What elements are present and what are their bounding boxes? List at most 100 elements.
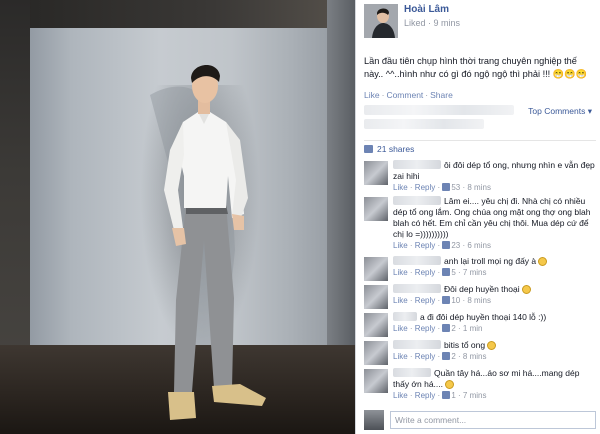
post-text: Lần đầu tiên chụp hình thời trang chuyên… [364,56,588,79]
comment-likes[interactable]: 10 [451,296,460,305]
comment-reply-link[interactable]: Reply [415,352,435,361]
comment-item: Lâm ei.... yêu chị đi. Nhà chị có nhiều … [364,196,596,254]
comment-meta: Like · Reply · 5 · 7 mins [393,268,487,277]
comment-item: Đôi dep huyền thoại Like · Reply · 10 · … [364,284,596,310]
commenter-name-blurred[interactable] [393,340,441,349]
comment-body: a đi đôi dép huyền thoại 140 lỗ :)) Like… [393,312,596,334]
write-comment-row [364,410,596,430]
post-meta: Liked · 9 mins [404,18,460,28]
comment-text: a đi đôi dép huyền thoại 140 lỗ :)) [420,312,547,322]
comment-meta: Like · Reply · 23 · 6 mins [393,241,491,250]
comment-like-link[interactable]: Like [393,352,408,361]
separator: · [425,90,429,100]
comment-time[interactable]: 8 mins [463,352,487,361]
comment-meta: Like · Reply · 2 · 1 min [393,324,483,333]
like-link[interactable]: Like [364,90,380,100]
person-figure [150,64,266,420]
comment-body: anh lại troll mọi ng đấy à Like · Reply … [393,256,596,278]
commenter-name-blurred[interactable] [393,368,431,377]
comment-text: anh lại troll mọi ng đấy à [444,256,537,266]
write-comment-input[interactable] [390,411,596,429]
commenter-name-blurred[interactable] [393,284,441,293]
comment-reply-link[interactable]: Reply [415,268,435,277]
comment-meta: Like · Reply · 1 · 7 mins [393,391,487,400]
comment-likes[interactable]: 2 [451,352,455,361]
comment-meta: Like · Reply · 53 · 8 mins [393,183,491,192]
comment-time[interactable]: 8 mins [467,183,491,192]
commenter-avatar[interactable] [364,369,388,393]
comment-reply-link[interactable]: Reply [415,183,435,192]
comment-item: a đi đôi dép huyền thoại 140 lỗ :)) Like… [364,312,596,338]
commenter-name-blurred[interactable] [393,312,417,321]
post-actions: Like · Comment · Share [364,90,453,100]
comment-like-link[interactable]: Like [393,268,408,277]
comment-like-link[interactable]: Like [393,241,408,250]
comment-body: Quần tây há...áo sơ mi há....mang dép th… [393,368,596,401]
comment-time[interactable]: 7 mins [463,268,487,277]
comment-reply-link[interactable]: Reply [415,324,435,333]
thumbs-up-icon [442,183,451,191]
commenter-name-blurred[interactable] [393,160,441,169]
thumbs-up-icon [442,352,451,360]
comment-reply-link[interactable]: Reply [415,391,435,400]
comment-body: bitis tổ ong Like · Reply · 2 · 8 mins [393,340,596,362]
commenter-avatar[interactable] [364,285,388,309]
comment-time[interactable]: 6 mins [467,241,491,250]
commenter-avatar[interactable] [364,257,388,281]
comment-reply-link[interactable]: Reply [415,241,435,250]
comment-like-link[interactable]: Like [393,391,408,400]
post-photo[interactable] [0,0,355,434]
comment-like-link[interactable]: Like [393,183,408,192]
author-avatar[interactable] [364,4,398,38]
thumbs-up-icon [442,268,451,276]
comment-link[interactable]: Comment [386,90,423,100]
top-comments-dropdown[interactable]: Top Comments ▾ [528,106,592,117]
commenter-avatar[interactable] [364,341,388,365]
author-name[interactable]: Hoài Lâm [404,4,449,15]
comment-likes[interactable]: 5 [451,268,455,277]
comment-body: ôi đôi dép tổ ong, nhưng nhìn e vẫn đẹp … [393,160,596,193]
comment-item: anh lại troll mọi ng đấy à Like · Reply … [364,256,596,282]
comment-meta: Like · Reply · 10 · 8 mins [393,296,491,305]
comment-list: ôi đôi dép tổ ong, nhưng nhìn e vẫn đẹp … [364,160,596,406]
share-icon [364,145,373,153]
share-link[interactable]: Share [430,90,453,100]
commenter-avatar[interactable] [364,161,388,185]
liked-status: Liked [404,18,426,28]
thumbs-up-icon [442,324,451,332]
comment-reply-link[interactable]: Reply [415,296,435,305]
thumbs-up-icon [442,296,451,304]
comment-text: Đôi dep huyền thoại [444,284,520,294]
post-header: Hoài Lâm Liked · 9 mins [364,4,596,40]
comment-like-link[interactable]: Like [393,324,408,333]
comment-like-link[interactable]: Like [393,296,408,305]
commenter-name-blurred[interactable] [393,256,441,265]
shares-row[interactable]: 21 shares [364,140,596,156]
comment-meta: Like · Reply · 2 · 8 mins [393,352,487,361]
separator: · [381,90,385,100]
commenter-avatar[interactable] [364,197,388,221]
comment-time[interactable]: 8 mins [467,296,491,305]
comment-likes[interactable]: 1 [451,391,455,400]
smiley-icon [445,380,454,389]
smiley-icon [487,341,497,350]
comment-item: Quần tây há...áo sơ mi há....mang dép th… [364,368,596,404]
thumbs-up-icon [442,391,451,399]
post-time[interactable]: 9 mins [434,18,461,28]
comment-body: Lâm ei.... yêu chị đi. Nhà chị có nhiều … [393,196,596,251]
commenter-name-blurred[interactable] [393,196,441,205]
comment-likes[interactable]: 2 [451,324,455,333]
commenter-avatar[interactable] [364,313,388,337]
chevron-down-icon: ▾ [587,106,592,116]
post-panel: Hoài Lâm Liked · 9 mins Lần đầu tiên chụ… [355,0,600,434]
smiley-icon [538,257,548,266]
comment-time[interactable]: 7 mins [463,391,487,400]
viewer-avatar [364,410,384,430]
smiley-icon [521,285,531,294]
shares-count: 21 shares [377,144,415,154]
comment-time[interactable]: 1 min [463,324,483,333]
comment-likes[interactable]: 53 [451,183,460,192]
comment-likes[interactable]: 23 [451,241,460,250]
thumbs-up-icon [442,241,451,249]
avatar-silhouette-icon [364,4,398,38]
